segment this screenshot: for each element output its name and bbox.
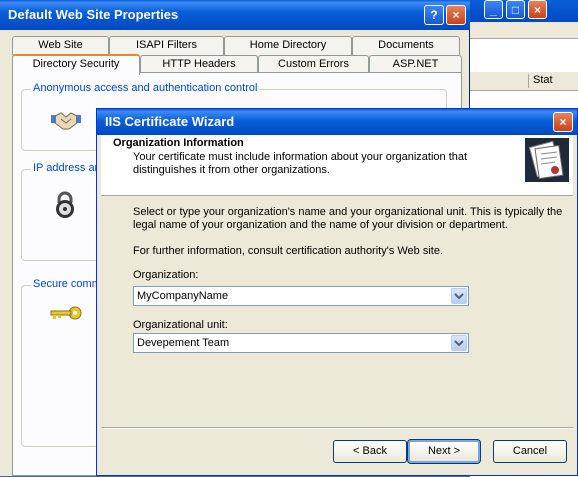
back-button[interactable]: < Back: [333, 440, 407, 463]
header-title: Organization Information: [113, 137, 244, 149]
background-column-header-row: Stat: [470, 72, 578, 91]
lock-icon: [53, 191, 77, 222]
organization-combobox[interactable]: MyCompanyName: [133, 286, 469, 306]
properties-title: Default Web Site Properties: [8, 7, 179, 22]
keys-icon: [49, 303, 83, 326]
info-text: For further information, consult certifi…: [133, 245, 444, 257]
maximize-icon[interactable]: □: [506, 0, 525, 19]
organization-label: Organization:: [133, 269, 199, 281]
unit-combobox[interactable]: Devepement Team: [133, 333, 469, 353]
close-icon[interactable]: ×: [553, 112, 573, 132]
handshake-icon: [51, 109, 81, 136]
instructions-line-1: Select or type your organization's name …: [133, 206, 563, 218]
tab-home-directory[interactable]: Home Directory: [224, 36, 352, 55]
column-header-status[interactable]: Stat: [528, 74, 553, 88]
cancel-button[interactable]: Cancel: [493, 440, 567, 463]
organization-value[interactable]: MyCompanyName: [137, 290, 228, 302]
chevron-down-icon[interactable]: [451, 288, 467, 304]
close-icon[interactable]: ×: [446, 5, 466, 25]
close-icon[interactable]: ×: [528, 0, 547, 19]
minimize-icon[interactable]: _: [484, 0, 503, 19]
chevron-down-icon[interactable]: [451, 335, 467, 351]
certificate-icon: [525, 138, 569, 182]
tab-directory-security[interactable]: Directory Security: [12, 54, 140, 75]
wizard-header: Organization Information Your certificat…: [101, 135, 573, 196]
tab-web-site[interactable]: Web Site: [12, 36, 109, 55]
group-title-anonymous: Anonymous access and authentication cont…: [31, 82, 260, 94]
tab-documents[interactable]: Documents: [352, 36, 460, 55]
wizard-title: IIS Certificate Wizard: [105, 114, 235, 129]
footer-divider: [101, 427, 573, 429]
group-title-ip: IP address an: [31, 162, 103, 174]
unit-value[interactable]: Devepement Team: [137, 337, 229, 349]
unit-label: Organizational unit:: [133, 319, 228, 331]
group-title-secure: Secure comm: [31, 278, 103, 290]
tab-isapi-filters[interactable]: ISAPI Filters: [109, 36, 224, 55]
instructions-line-2: legal name of your organization and the …: [133, 219, 508, 231]
next-button[interactable]: Next >: [407, 439, 481, 464]
header-description-2: distinguishes it from other organization…: [133, 164, 330, 176]
header-description-1: Your certificate must include informatio…: [133, 151, 468, 163]
help-icon[interactable]: ?: [424, 5, 444, 25]
certificate-wizard-dialog: IIS Certificate Wizard × Organization In…: [96, 108, 578, 476]
